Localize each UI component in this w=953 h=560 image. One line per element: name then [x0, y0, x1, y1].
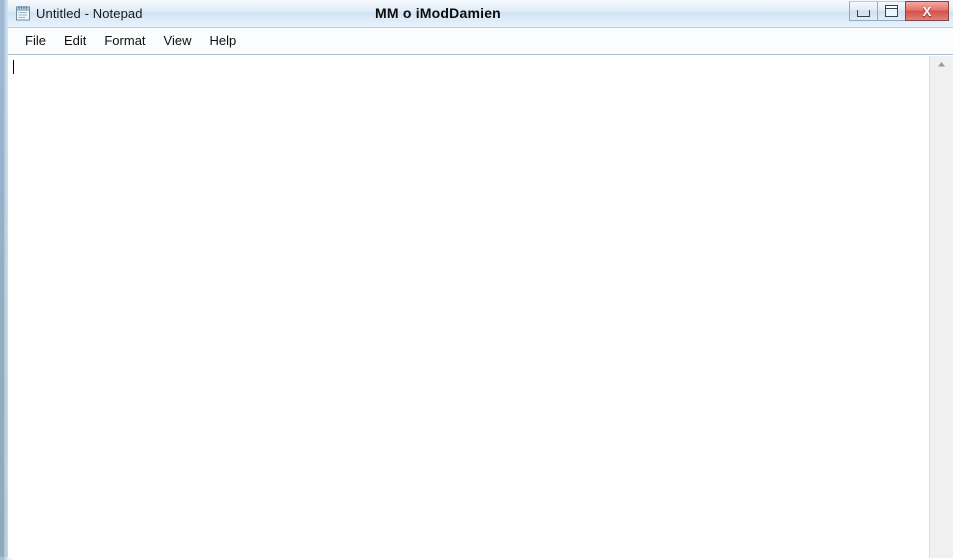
scrollbar-track[interactable]	[930, 73, 953, 558]
minimize-icon	[857, 9, 870, 17]
minimize-button[interactable]	[849, 1, 877, 21]
menu-item-edit[interactable]: Edit	[55, 30, 95, 52]
close-button[interactable]: X	[905, 1, 949, 21]
scroll-up-button[interactable]	[930, 56, 953, 73]
window-controls: X	[849, 1, 949, 23]
vertical-scrollbar[interactable]	[929, 56, 953, 558]
client-area	[8, 55, 953, 558]
menu-item-format[interactable]: Format	[95, 30, 154, 52]
maximize-button[interactable]	[877, 1, 905, 21]
menu-item-help[interactable]: Help	[200, 30, 245, 52]
menu-item-file[interactable]: File	[16, 30, 55, 52]
text-caret	[13, 60, 14, 74]
maximize-icon	[885, 5, 898, 17]
notepad-window: Untitled - Notepad MM o iModDamien X Fil…	[0, 0, 953, 560]
text-editor-area[interactable]	[8, 56, 929, 558]
chevron-up-icon	[938, 62, 945, 67]
close-icon: X	[922, 3, 932, 19]
menu-bar: File Edit Format View Help	[8, 28, 953, 55]
title-bar[interactable]: Untitled - Notepad MM o iModDamien X	[8, 0, 953, 28]
menu-item-view[interactable]: View	[155, 30, 201, 52]
window-title-center-text: MM o iModDamien	[375, 5, 501, 21]
